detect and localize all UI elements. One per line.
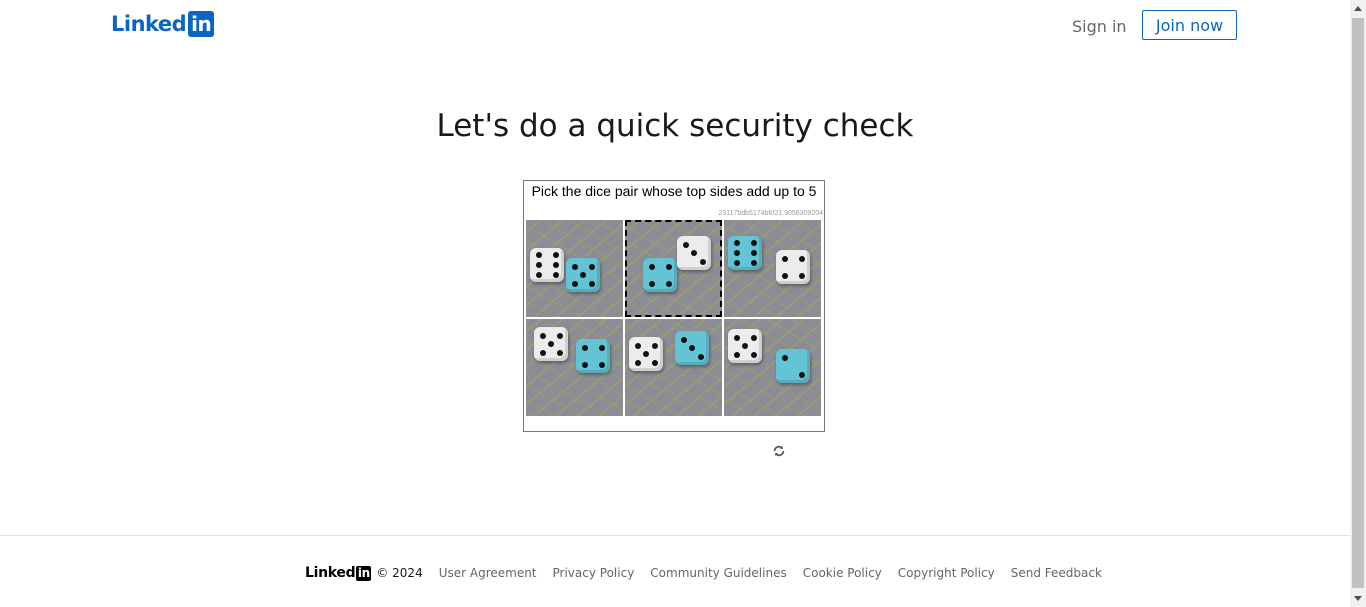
die-pip	[651, 342, 658, 349]
blue-die-icon	[566, 258, 600, 292]
die-pip	[733, 259, 740, 266]
captcha-tile-5[interactable]	[625, 319, 722, 416]
footer-link-user-agreement[interactable]: User Agreement	[439, 566, 537, 580]
die-pip	[580, 272, 586, 278]
scroll-down-arrow-icon[interactable]	[1354, 596, 1362, 601]
white-die-icon	[629, 337, 663, 371]
die-pip	[781, 255, 788, 262]
footer-link-community-guidelines[interactable]: Community Guidelines	[650, 566, 786, 580]
die-pip	[733, 240, 740, 247]
die-pip	[552, 252, 559, 259]
die-pip	[588, 280, 595, 287]
footer-link-privacy-policy[interactable]: Privacy Policy	[553, 566, 635, 580]
die-pip	[742, 343, 748, 349]
die-pip	[750, 334, 757, 341]
die-pip	[571, 263, 578, 270]
die-pip	[581, 344, 588, 351]
die-pip	[699, 258, 706, 265]
die-pip	[581, 361, 588, 368]
die-pip	[539, 332, 546, 339]
blue-die-icon	[643, 258, 677, 292]
captcha-challenge-id: 23117bdb5174b6f21.9056309204	[718, 210, 823, 217]
blue-die-icon	[675, 331, 709, 365]
die-pip	[571, 280, 578, 287]
captcha-tile-4[interactable]	[526, 319, 623, 416]
copyright-text: © 2024	[376, 566, 423, 580]
die-pip	[651, 359, 658, 366]
linkedin-logo[interactable]: Linked in	[111, 11, 215, 37]
die-pip	[697, 353, 704, 360]
footer-logo[interactable]: Linked in	[305, 565, 372, 581]
scrollbar-thumb[interactable]	[1352, 18, 1364, 588]
die-pip	[598, 361, 605, 368]
blue-die-icon	[728, 236, 762, 270]
refresh-icon[interactable]	[771, 443, 787, 459]
captcha-tile-2[interactable]	[625, 220, 722, 317]
die-pip	[535, 271, 542, 278]
die-pip	[588, 263, 595, 270]
captcha-panel: Pick the dice pair whose top sides add u…	[523, 180, 825, 432]
die-pip	[781, 272, 788, 279]
die-pip	[539, 349, 546, 356]
footer: Linked in © 2024 User Agreement Privacy …	[305, 565, 1102, 581]
die-pip	[750, 259, 757, 266]
footer-divider	[0, 535, 1350, 536]
captcha-tile-1[interactable]	[526, 220, 623, 317]
die-pip	[781, 354, 788, 361]
captcha-tile-6[interactable]	[724, 319, 821, 416]
die-pip	[665, 280, 672, 287]
white-die-icon	[534, 327, 568, 361]
blue-die-icon	[576, 339, 610, 373]
captcha-tile-3[interactable]	[724, 220, 821, 317]
die-pip	[665, 263, 672, 270]
die-pip	[798, 272, 805, 279]
die-pip	[634, 342, 641, 349]
die-pip	[750, 250, 757, 256]
die-pip	[733, 334, 740, 341]
scroll-up-arrow-icon[interactable]	[1354, 6, 1362, 11]
die-pip	[798, 255, 805, 262]
scrollbar[interactable]	[1350, 0, 1366, 607]
die-pip	[680, 336, 687, 343]
footer-link-copyright-policy[interactable]: Copyright Policy	[898, 566, 995, 580]
die-pip	[733, 351, 740, 358]
die-pip	[556, 332, 563, 339]
die-pip	[552, 271, 559, 278]
footer-logo-text: Linked	[305, 565, 356, 581]
die-pip	[548, 341, 554, 347]
die-pip	[648, 263, 655, 270]
logo-in-badge: in	[188, 11, 215, 37]
die-pip	[643, 351, 649, 357]
die-pip	[750, 240, 757, 247]
white-die-icon	[677, 236, 711, 270]
blue-die-icon	[776, 349, 810, 383]
die-pip	[691, 250, 697, 256]
die-pip	[733, 250, 740, 256]
sign-in-link[interactable]: Sign in	[1072, 17, 1127, 36]
die-pip	[648, 280, 655, 287]
die-pip	[634, 359, 641, 366]
die-pip	[750, 351, 757, 358]
captcha-image-grid	[526, 220, 821, 416]
footer-link-send-feedback[interactable]: Send Feedback	[1011, 566, 1102, 580]
die-pip	[689, 345, 695, 351]
die-pip	[598, 344, 605, 351]
die-pip	[682, 241, 689, 248]
footer-logo-in-badge: in	[356, 565, 372, 581]
die-pip	[798, 371, 805, 378]
captcha-instruction: Pick the dice pair whose top sides add u…	[531, 183, 817, 199]
die-pip	[556, 349, 563, 356]
footer-link-cookie-policy[interactable]: Cookie Policy	[803, 566, 882, 580]
white-die-icon	[728, 329, 762, 363]
join-now-button[interactable]: Join now	[1142, 10, 1237, 40]
page-title: Let's do a quick security check	[436, 108, 914, 144]
die-pip	[552, 262, 559, 268]
die-pip	[535, 262, 542, 268]
die-pip	[535, 252, 542, 259]
white-die-icon	[776, 250, 810, 284]
white-die-icon	[530, 248, 564, 282]
logo-text: Linked	[111, 12, 187, 36]
